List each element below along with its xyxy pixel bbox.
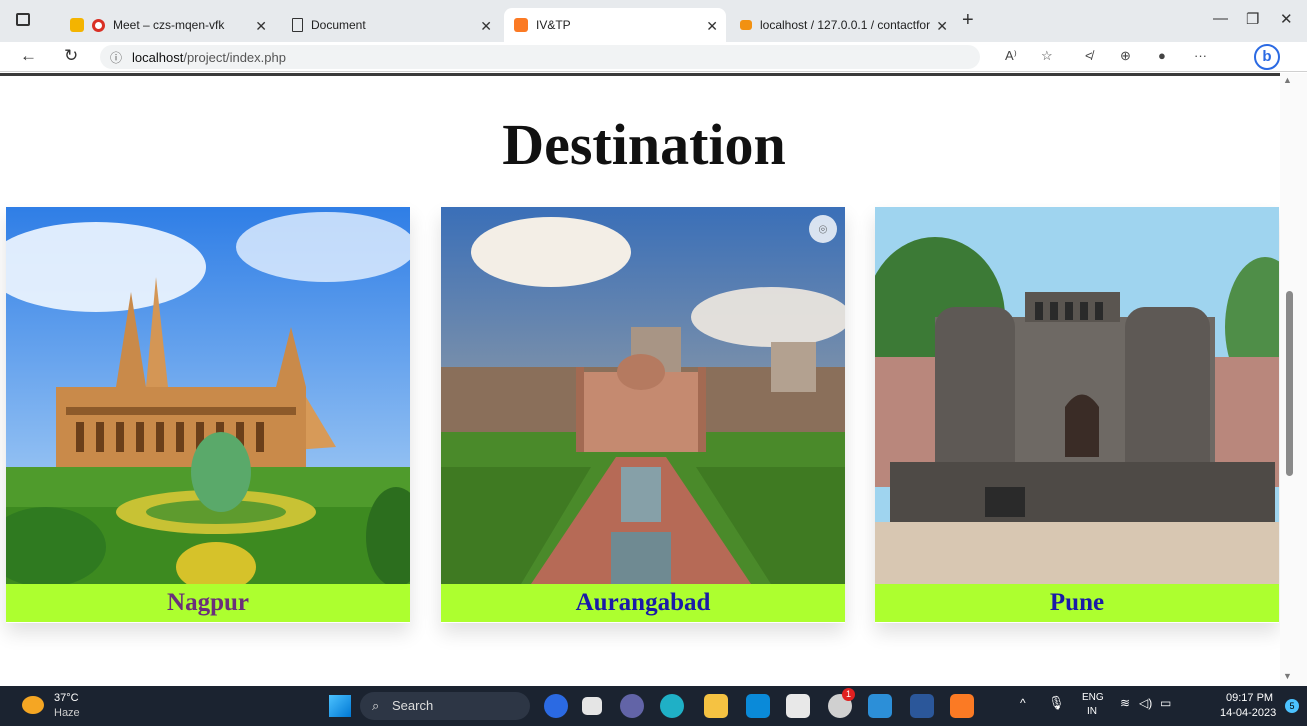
url-field[interactable]: ⓘ localhost/project/index.php — [100, 45, 980, 69]
taskbar-search[interactable]: ⌕ Search — [360, 692, 530, 720]
close-icon[interactable]: ✕ — [706, 18, 718, 35]
notification-center-badge[interactable]: 5 — [1285, 699, 1299, 713]
tab-actions-icon[interactable] — [16, 13, 30, 26]
destination-card-nagpur[interactable]: Nagpur — [6, 207, 410, 623]
card-label-pune: Pune — [875, 584, 1279, 622]
address-bar: ← ↻ ⓘ localhost/project/index.php A⁾ ☆ ≮… — [0, 42, 1307, 72]
word-icon[interactable] — [910, 694, 934, 718]
new-tab-button[interactable]: + — [962, 9, 974, 32]
close-icon[interactable]: ✕ — [255, 18, 267, 35]
search-label: Search — [392, 698, 434, 713]
notification-badge: 1 — [842, 688, 855, 701]
more-icon[interactable]: ··· — [1194, 48, 1207, 63]
tab-label: Meet – czs-mqen-vfk — [113, 18, 225, 32]
teams-chat-icon[interactable] — [620, 694, 644, 718]
scroll-up-icon[interactable]: ▲ — [1283, 75, 1292, 85]
tab-phpmyadmin[interactable]: localhost / 127.0.0.1 / contactfor ✕ — [730, 8, 956, 42]
bing-chat-icon[interactable]: b — [1254, 44, 1280, 70]
url-path: /project/index.php — [183, 49, 286, 65]
read-aloud-icon[interactable]: A⁾ — [1005, 48, 1017, 64]
favorites-icon[interactable]: ≮ — [1085, 48, 1093, 63]
phpmyadmin-icon — [740, 20, 752, 30]
nagpur-image — [6, 207, 410, 584]
close-window-icon[interactable]: ✕ — [1280, 10, 1293, 28]
tab-ivtp[interactable]: IV&TP ✕ — [504, 8, 726, 42]
favorite-add-icon[interactable]: ☆ — [1041, 48, 1053, 64]
destination-card-pune[interactable]: Pune — [875, 207, 1279, 623]
close-icon[interactable]: ✕ — [480, 18, 492, 35]
edge-icon[interactable] — [660, 694, 684, 718]
file-explorer-icon[interactable] — [704, 694, 728, 718]
info-icon: ⓘ — [110, 50, 123, 65]
tab-document[interactable]: Document ✕ — [282, 8, 500, 42]
xampp-taskbar-icon[interactable] — [950, 694, 974, 718]
weather-icon[interactable] — [22, 696, 44, 714]
visual-search-icon[interactable]: ⌾ — [809, 215, 837, 243]
clock-time[interactable]: 09:17 PM — [1226, 692, 1273, 704]
search-icon: ⌕ — [372, 698, 380, 713]
tab-strip: Meet – czs-mqen-vfk ✕ Document ✕ IV&TP ✕… — [0, 0, 1307, 42]
pune-image — [875, 207, 1279, 584]
page-title: Destination — [502, 112, 786, 177]
microphone-icon[interactable]: 🎙 — [1048, 695, 1065, 711]
bing-icon[interactable] — [544, 694, 568, 718]
collections-icon[interactable]: ⊕ — [1120, 48, 1131, 64]
tab-label: Document — [311, 18, 366, 32]
restore-icon[interactable]: ❐ — [1246, 10, 1259, 28]
clock-date: 14-04-2023 — [1220, 707, 1277, 719]
tab-label: localhost / 127.0.0.1 / contactfor — [760, 18, 931, 32]
wifi-icon[interactable]: ≋ — [1120, 696, 1130, 710]
aurangabad-image: ⌾ — [441, 207, 845, 584]
card-label-aurangabad: Aurangabad — [441, 584, 845, 622]
taskbar: 37°C Haze ⌕ Search 1 ^ 🎙 ENG IN ≋ ◁) ▭ 0… — [0, 686, 1307, 726]
language-bottom: IN — [1087, 706, 1097, 717]
weather-condition: Haze — [54, 707, 80, 719]
show-hidden-icon[interactable]: ^ — [1020, 696, 1026, 710]
tab-meet[interactable]: Meet – czs-mqen-vfk ✕ — [60, 8, 275, 42]
back-icon[interactable]: ← — [20, 46, 37, 66]
start-icon[interactable] — [329, 695, 351, 717]
recording-icon — [92, 18, 105, 32]
destination-card-aurangabad[interactable]: ⌾ Aurangabad — [441, 207, 845, 623]
document-icon — [292, 18, 303, 32]
battery-icon[interactable]: ▭ — [1160, 696, 1171, 710]
scroll-thumb[interactable] — [1286, 291, 1293, 476]
xampp-icon — [514, 18, 528, 32]
language-top[interactable]: ENG — [1082, 692, 1104, 703]
vscode-icon[interactable] — [868, 694, 892, 718]
url-host: localhost — [132, 49, 184, 65]
weather-temp: 37°C — [54, 692, 79, 704]
page-content: Destination Nagpur ⌾ Aurangabad Pune — [0, 73, 1280, 686]
profile-icon[interactable]: ● — [1158, 48, 1166, 63]
refresh-icon[interactable]: ↻ — [64, 46, 78, 66]
top-image-strip — [0, 73, 1280, 76]
scroll-down-icon[interactable]: ▼ — [1283, 671, 1292, 681]
page-scrollbar[interactable]: ▲ ▼ — [1280, 73, 1307, 686]
meet-icon — [70, 18, 84, 32]
card-label-nagpur: Nagpur — [6, 584, 410, 622]
task-view-icon[interactable] — [582, 697, 602, 715]
mysql-workbench-icon[interactable] — [746, 694, 770, 718]
minimize-icon[interactable]: — — [1213, 10, 1228, 27]
tab-label: IV&TP — [536, 18, 571, 32]
volume-icon[interactable]: ◁) — [1139, 696, 1152, 710]
store-icon[interactable] — [786, 694, 810, 718]
close-icon[interactable]: ✕ — [936, 18, 948, 35]
